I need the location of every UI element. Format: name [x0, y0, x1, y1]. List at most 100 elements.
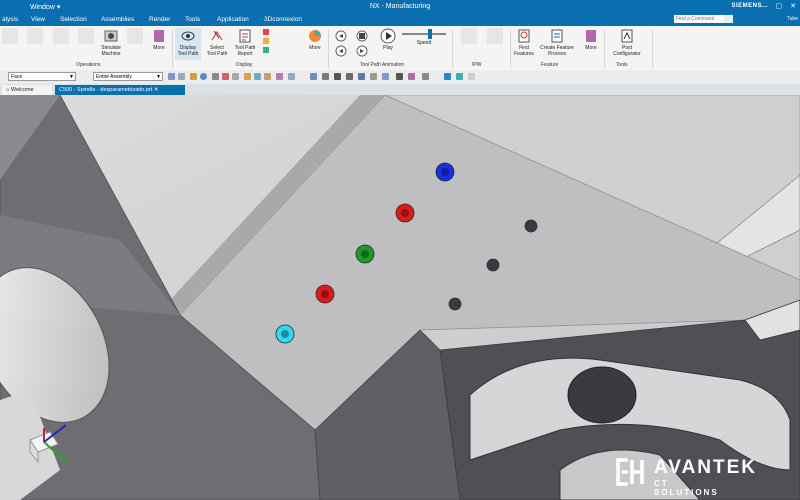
color-swatch-icon — [263, 29, 269, 53]
selected-hole-feature[interactable] — [355, 244, 375, 264]
ribbon-dim-button — [126, 28, 144, 45]
ribbon-separator — [452, 30, 453, 68]
snap-icon[interactable] — [178, 73, 185, 80]
snap-icon[interactable] — [222, 73, 229, 80]
menu-tools[interactable]: Tools — [185, 16, 200, 23]
view-icon[interactable] — [408, 73, 415, 80]
view-icon[interactable] — [346, 73, 353, 80]
group-label-tool-path-animation: Tool Path Animation — [360, 62, 405, 68]
speed-slider[interactable]: Speed — [400, 28, 448, 46]
hole-feature[interactable] — [524, 219, 538, 233]
hole-feature[interactable] — [448, 297, 462, 311]
view-icon[interactable] — [422, 73, 429, 80]
view-icon[interactable] — [370, 73, 377, 80]
snap-icon[interactable] — [254, 73, 261, 80]
display-tool-path-button[interactable]: Display Tool Path — [175, 28, 201, 60]
menu-application[interactable]: Application — [217, 16, 249, 23]
view-icon[interactable] — [358, 73, 365, 80]
group-label-ipw: IPW — [472, 62, 482, 68]
close-icon[interactable]: ✕ — [152, 87, 159, 93]
group-label-feature: Feature — [541, 62, 559, 68]
snap-icon[interactable] — [276, 73, 283, 80]
snap-icon[interactable] — [168, 73, 175, 80]
ribbon-dim-button — [458, 28, 480, 45]
chevron-down-icon: ▼ — [156, 74, 161, 80]
play-button[interactable]: Play — [378, 28, 398, 51]
snap-icon[interactable] — [212, 73, 219, 80]
snap-icon[interactable] — [244, 73, 251, 80]
snap-icon[interactable] — [200, 73, 207, 80]
more-button[interactable]: More — [582, 28, 600, 51]
view-icon[interactable] — [468, 73, 475, 80]
more-icon — [154, 30, 164, 42]
user-name[interactable]: Tube — [787, 16, 798, 22]
chevron-down-icon: ▼ — [69, 74, 74, 80]
find-features-icon — [518, 29, 530, 43]
find-features-button[interactable]: Find Features — [512, 28, 536, 57]
create-feature-process-button[interactable]: Create Feature Process — [538, 28, 576, 57]
display-tool-path-icon — [181, 31, 195, 41]
avantek-logo-icon — [616, 458, 644, 486]
cad-model-render[interactable] — [0, 95, 800, 500]
simulate-machine-icon — [104, 30, 118, 42]
menu-analysis[interactable]: alysis — [2, 16, 18, 23]
more-icon — [309, 30, 321, 42]
hole-feature[interactable] — [486, 258, 500, 272]
speed-slider-icon — [402, 29, 446, 39]
tab-part-file[interactable]: C500 - Spindle - desparametrizado.prt ✕ — [55, 85, 185, 95]
view-icon[interactable] — [322, 73, 329, 80]
command-finder-input[interactable]: Find a Command — [674, 15, 724, 23]
tool-path-colors-button[interactable] — [262, 28, 272, 54]
selection-toolbar: Face ▼ Entire Assembly ▼ — [0, 70, 800, 85]
select-tool-path-button[interactable]: Select Tool Path — [204, 28, 230, 57]
play-icon — [380, 28, 396, 44]
ribbon-separator — [328, 30, 329, 68]
view-icon[interactable] — [334, 73, 341, 80]
model-pocket-hole[interactable] — [567, 366, 637, 424]
snap-icon[interactable] — [264, 73, 271, 80]
view-icon[interactable] — [444, 73, 451, 80]
ribbon-separator — [652, 30, 653, 68]
group-label-display: Display — [236, 62, 253, 68]
snap-icon[interactable] — [288, 73, 295, 80]
menu-view[interactable]: View — [31, 16, 45, 23]
ribbon-separator — [172, 30, 173, 68]
search-icon[interactable] — [724, 15, 733, 23]
minimize-icon[interactable]: — — [761, 3, 768, 10]
menu-selection[interactable]: Selection — [60, 16, 87, 23]
graphics-viewport[interactable] — [0, 95, 800, 500]
ribbon-dim-button — [50, 28, 72, 45]
tab-welcome-page[interactable]: ⌂ Welcome Page — [2, 85, 52, 103]
selected-hole-feature[interactable] — [275, 324, 295, 344]
post-configurator-button[interactable]: Post Configurator — [608, 28, 646, 57]
selected-hole-feature[interactable] — [315, 284, 335, 304]
ribbon-separator — [510, 30, 511, 68]
tool-path-report-button[interactable]: Tool Path Report — [233, 28, 257, 57]
more-icon — [586, 30, 596, 42]
view-icon[interactable] — [382, 73, 389, 80]
ribbon-dim-button — [2, 28, 18, 45]
selected-hole-feature[interactable] — [395, 203, 415, 223]
selection-filter-dropdown[interactable]: Face ▼ — [8, 72, 76, 81]
snap-icon[interactable] — [190, 73, 197, 80]
ribbon-dim-button — [484, 28, 506, 45]
close-icon[interactable]: ✕ — [790, 3, 796, 10]
animation-step-controls[interactable] — [334, 30, 374, 58]
snap-icon[interactable] — [232, 73, 239, 80]
menu-3dconnexion[interactable]: 3Dconnexion — [264, 16, 302, 23]
more-button[interactable]: More — [150, 28, 168, 51]
view-icon[interactable] — [396, 73, 403, 80]
simulate-machine-button[interactable]: Simulate Machine — [98, 28, 124, 57]
view-icon[interactable] — [310, 73, 317, 80]
menu-assemblies[interactable]: Assemblies — [101, 16, 134, 23]
menu-bar: alysis View Selection Assemblies Render … — [0, 14, 800, 26]
create-feature-process-icon — [551, 29, 563, 43]
more-button[interactable]: More — [306, 28, 324, 51]
ribbon-dim-button — [76, 28, 96, 45]
menu-render[interactable]: Render — [149, 16, 170, 23]
maximize-icon[interactable]: ▢ — [776, 3, 783, 10]
selected-hole-feature[interactable] — [435, 162, 455, 182]
view-icon[interactable] — [456, 73, 463, 80]
selection-scope-dropdown[interactable]: Entire Assembly ▼ — [93, 72, 163, 81]
ribbon-dim-button — [24, 28, 46, 45]
